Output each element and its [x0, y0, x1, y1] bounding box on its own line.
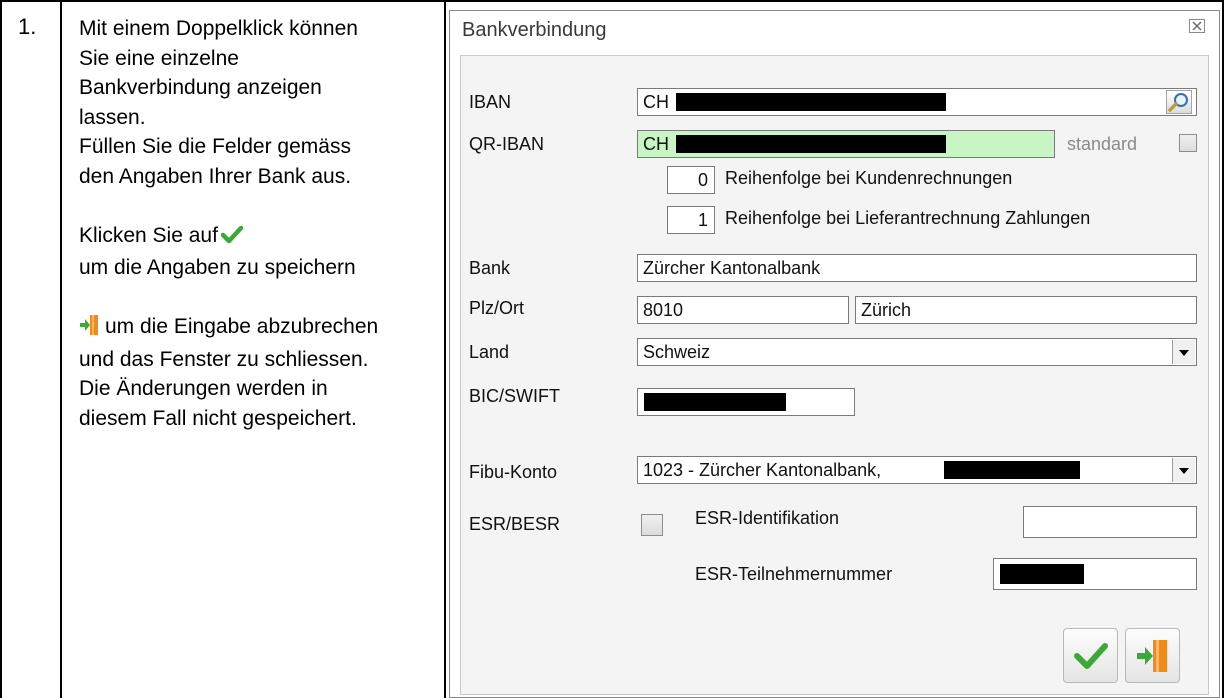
chevron-down-icon[interactable]	[1172, 340, 1195, 364]
instruction-line: und das Fenster zu schliessen.	[79, 347, 369, 371]
exit-door-icon	[79, 314, 99, 345]
esr-label: ESR/BESR	[469, 514, 561, 534]
chevron-down-icon[interactable]	[1172, 458, 1195, 482]
bankverbindung-dialog: Bankverbindung IBAN CH QR-IBAN CH standa…	[449, 10, 1220, 698]
esr-teilnehmer-label: ESR-Teilnehmernummer	[695, 564, 893, 584]
order-customer-label: Reihenfolge bei Kundenrechnungen	[725, 168, 1013, 188]
instruction-line: diesem Fall nicht gespeichert.	[79, 406, 357, 430]
dialog-title: Bankverbindung	[462, 19, 607, 41]
search-icon[interactable]	[1166, 90, 1192, 114]
esr-identifikation-input[interactable]	[1023, 506, 1197, 538]
standard-label: standard	[1067, 134, 1138, 154]
fibu-select[interactable]: 1023 - Zürcher Kantonalbank,	[637, 456, 1197, 484]
bic-input[interactable]	[637, 388, 855, 416]
instruction-line: Mit einem Doppelklick können	[79, 17, 358, 40]
instruction-line: Die Änderungen werden in	[79, 377, 328, 400]
bank-label: Bank	[469, 258, 511, 278]
redacted-block	[944, 461, 1080, 479]
instruction-line: um die Angaben zu speichern	[79, 256, 356, 279]
instruction-line: Bankverbindung anzeigen	[79, 76, 322, 99]
exit-button[interactable]	[1125, 628, 1180, 683]
instruction-line: lassen.	[79, 105, 146, 129]
table-left-border	[0, 0, 2, 698]
iban-input[interactable]: CH	[637, 88, 1197, 116]
ort-input[interactable]: Zürich	[855, 296, 1197, 324]
esr-teilnehmer-input[interactable]	[993, 558, 1197, 590]
bank-input[interactable]: Zürcher Kantonalbank	[637, 254, 1197, 282]
land-select[interactable]: Schweiz	[637, 338, 1197, 366]
redacted-block	[1000, 564, 1084, 584]
instruction-line: Füllen Sie die Felder gemäss	[79, 135, 351, 158]
bic-label: BIC/SWIFT	[469, 386, 560, 406]
standard-checkbox[interactable]	[1179, 134, 1197, 152]
plz-ort-label: Plz/Ort	[469, 298, 525, 318]
instruction-line: Sie eine einzelne	[79, 46, 239, 70]
order-supplier-label: Reihenfolge bei Lieferantrechnung Zahlun…	[725, 208, 1091, 228]
checkmark-icon	[1074, 643, 1108, 669]
instruction-line: Klicken Sie auf	[79, 221, 449, 254]
instruction-line: um die Eingabe abzubrechen	[79, 312, 449, 345]
esr-identifikation-label: ESR-Identifikation	[695, 508, 840, 528]
step-number: 1.	[18, 14, 37, 39]
order-supplier-input[interactable]: 1	[667, 206, 715, 234]
esr-checkbox[interactable]	[641, 514, 663, 536]
qr-iban-input[interactable]: CH	[637, 130, 1055, 158]
checkmark-icon	[220, 224, 244, 254]
iban-label: IBAN	[469, 92, 512, 112]
dialog-body: IBAN CH QR-IBAN CH standard 0 Reihenfolg…	[460, 55, 1209, 695]
column-divider	[60, 0, 62, 698]
exit-door-icon	[1137, 640, 1167, 672]
land-label: Land	[469, 342, 510, 362]
order-customer-input[interactable]: 0	[667, 166, 715, 194]
redacted-block	[676, 93, 946, 111]
instruction-line: den Angaben Ihrer Bank aus.	[79, 164, 352, 188]
redacted-block	[644, 393, 786, 411]
redacted-block	[676, 135, 946, 153]
qr-iban-label: QR-IBAN	[469, 134, 545, 154]
table-top-border	[0, 0, 1224, 2]
fibu-label: Fibu-Konto	[469, 462, 558, 482]
instruction-text: Mit einem Doppelklick können Sie eine ei…	[79, 14, 449, 433]
close-icon[interactable]	[1189, 19, 1205, 38]
plz-input[interactable]: 8010	[637, 296, 849, 324]
save-button[interactable]	[1063, 628, 1118, 683]
